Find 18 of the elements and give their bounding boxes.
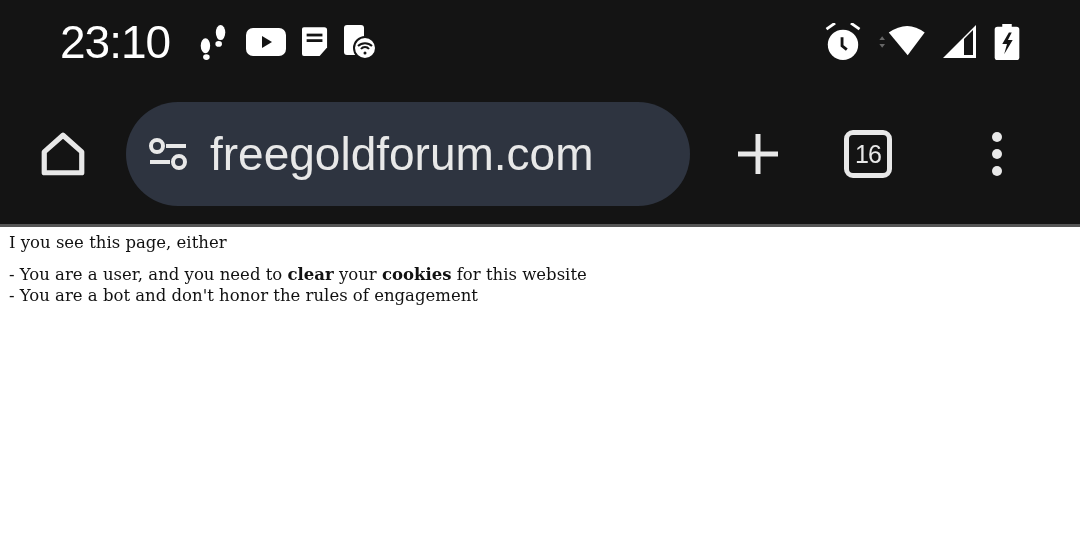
url-text: freegoldforum.com (210, 127, 594, 181)
phone-wifi-icon (344, 25, 377, 59)
tab-switcher-button[interactable]: 16 (844, 130, 892, 178)
intro-text: I you see this page, either (9, 233, 228, 252)
menu-icon (990, 132, 1004, 176)
signal-icon (942, 24, 978, 60)
alarm-clock-icon (824, 23, 862, 61)
reason-text: - You are a user, and you need to clear your cookies for this website (9, 264, 588, 285)
document-icon (302, 27, 329, 57)
site-settings-icon (148, 137, 188, 171)
new-tab-button[interactable] (736, 132, 780, 176)
play-icon (246, 28, 287, 56)
status-time: 23:10 (60, 15, 171, 69)
address-bar[interactable]: freegoldforum.com (126, 102, 690, 206)
menu-button[interactable] (990, 132, 1004, 176)
reason-text: - You are a bot and don't honor the rules of engagement (9, 285, 479, 306)
plus-icon (736, 132, 780, 176)
battery-charging-icon (994, 24, 1020, 60)
